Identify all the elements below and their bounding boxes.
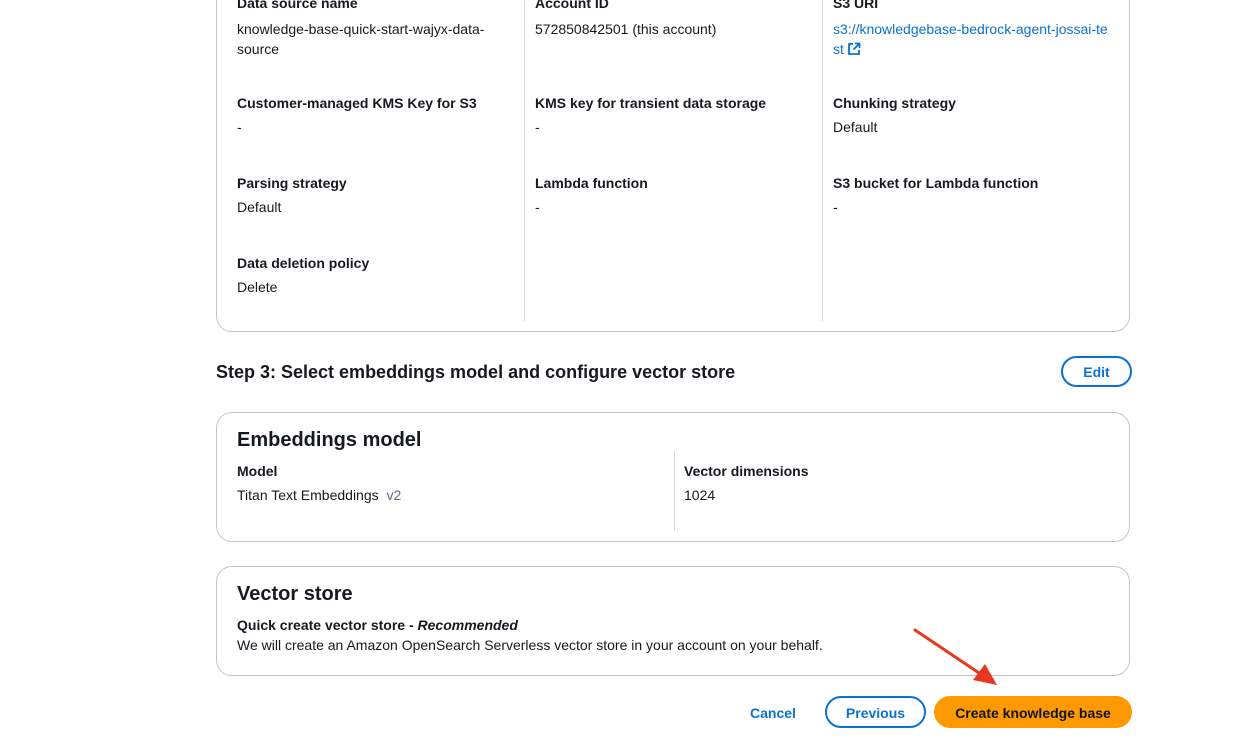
model-version: v2 <box>386 487 402 503</box>
field-label: Data source name <box>237 0 358 11</box>
data-source-details-card: Data source name knowledge-base-quick-st… <box>216 0 1130 332</box>
s3-uri-value: s3://knowledgebase-bedrock-agent-jossai-… <box>833 13 1113 61</box>
annotation-arrow-icon <box>913 628 997 685</box>
model-value: Titan Text Embeddings v2 <box>237 485 657 505</box>
field-value: - <box>833 199 838 215</box>
field-s3-bucket-lambda: S3 bucket for Lambda function - <box>833 173 1103 217</box>
field-label: S3 bucket for Lambda function <box>833 175 1039 191</box>
vector-store-heading: Vector store <box>237 583 353 605</box>
field-value: - <box>237 119 242 135</box>
create-knowledge-base-button[interactable]: Create knowledge base <box>934 696 1132 728</box>
field-parsing-strategy: Parsing strategy Default <box>237 173 507 217</box>
step-3-title: Step 3: Select embeddings model and conf… <box>216 362 736 382</box>
column-divider <box>674 451 675 531</box>
field-value: - <box>535 119 540 135</box>
cancel-button[interactable]: Cancel <box>740 696 806 728</box>
recommended-tag: Recommended <box>417 617 518 633</box>
field-label: Lambda function <box>535 175 648 191</box>
field-value: - <box>535 199 540 215</box>
field-s3-uri: S3 URI s3://knowledgebase-bedrock-agent-… <box>833 0 1113 61</box>
embeddings-model-card: Embeddings model Model Titan Text Embedd… <box>216 412 1130 542</box>
field-kms-key-transient: KMS key for transient data storage - <box>535 93 805 137</box>
column-divider <box>524 0 525 321</box>
field-value: 572850842501 (this account) <box>535 21 717 37</box>
field-vector-dimensions: Vector dimensions 1024 <box>684 461 1104 505</box>
field-value: knowledge-base-quick-start-wajyx-data-so… <box>237 21 485 57</box>
s3-uri-link[interactable]: s3://knowledgebase-bedrock-agent-jossai-… <box>833 21 1108 57</box>
external-link-icon[interactable] <box>847 41 861 61</box>
column-divider <box>822 0 823 321</box>
field-label: Data deletion policy <box>237 255 370 271</box>
field-label: Chunking strategy <box>833 95 956 111</box>
field-label: Vector dimensions <box>684 463 809 479</box>
field-label: Account ID <box>535 0 609 11</box>
embeddings-model-heading: Embeddings model <box>237 429 422 451</box>
field-value: Default <box>237 199 282 215</box>
field-data-source-name: Data source name knowledge-base-quick-st… <box>237 0 507 59</box>
field-value: Delete <box>237 279 278 295</box>
previous-button[interactable]: Previous <box>825 696 926 728</box>
field-label: Model <box>237 463 278 479</box>
edit-button[interactable]: Edit <box>1061 356 1132 387</box>
model-name: Titan Text Embeddings <box>237 487 379 503</box>
field-model: Model Titan Text Embeddings v2 <box>237 461 657 505</box>
field-chunking-strategy: Chunking strategy Default <box>833 93 1103 137</box>
field-label: KMS key for transient data storage <box>535 95 767 111</box>
option-label-text: Quick create vector store - <box>237 617 418 633</box>
field-kms-key-s3: Customer-managed KMS Key for S3 - <box>237 93 507 137</box>
field-lambda-function: Lambda function - <box>535 173 805 217</box>
field-data-deletion-policy: Data deletion policy Delete <box>237 253 507 297</box>
field-label: Customer-managed KMS Key for S3 <box>237 95 477 111</box>
field-label: S3 URI <box>833 0 879 11</box>
field-value: Default <box>833 119 878 135</box>
field-label: Parsing strategy <box>237 175 347 191</box>
field-value: 1024 <box>684 487 716 503</box>
field-account-id: Account ID 572850842501 (this account) <box>535 0 805 39</box>
